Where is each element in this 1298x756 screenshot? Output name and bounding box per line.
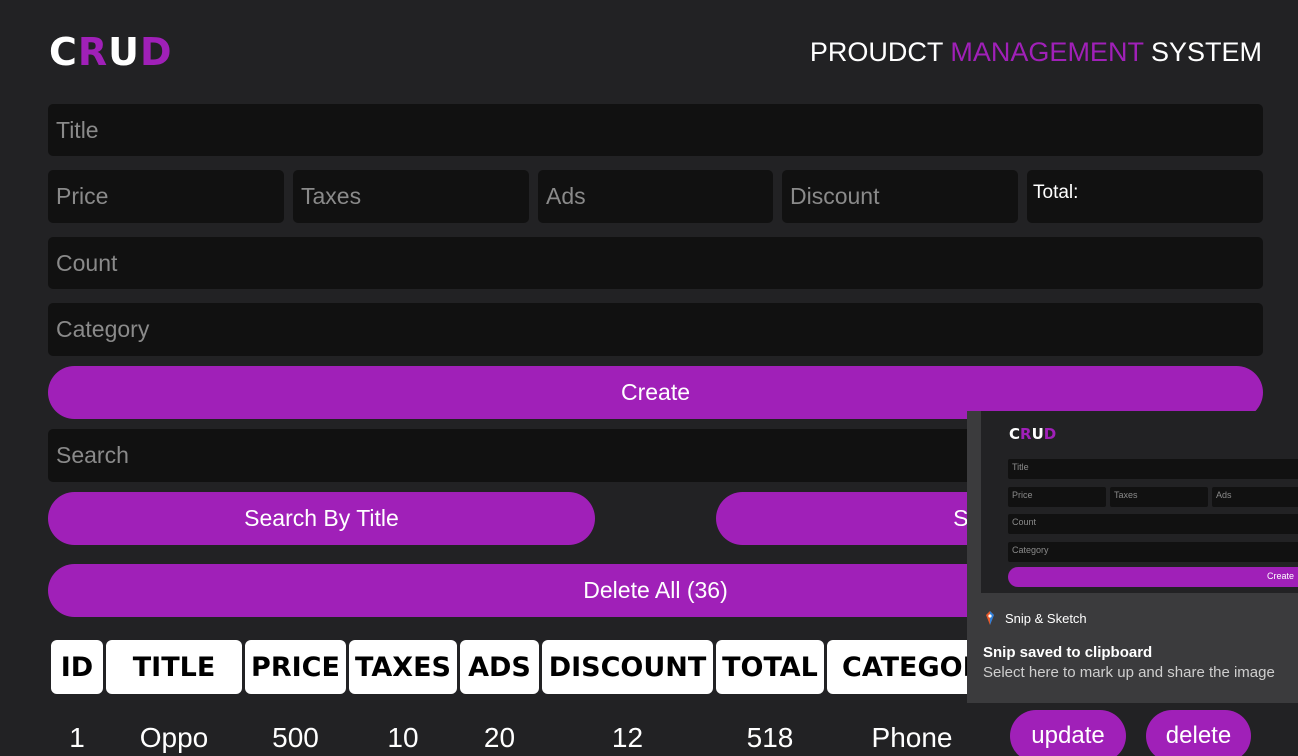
toast-body: Select here to mark up and share the ima…	[983, 664, 1275, 681]
cell-total: 518	[746, 722, 794, 753]
column-header-title: TITLE	[106, 640, 242, 694]
column-header-discount: DISCOUNT	[542, 640, 713, 694]
taxes-input[interactable]	[293, 170, 529, 223]
cell-discount: 12	[611, 722, 644, 753]
page-title-part1: PROUDCT	[809, 37, 943, 67]
logo-letter-d: D	[140, 30, 173, 74]
delete-all-label: Delete All (36)	[583, 577, 728, 603]
logo-letter-r: R	[77, 30, 109, 74]
update-button[interactable]: update	[1010, 710, 1126, 756]
toast-app-name: Snip & Sketch	[1005, 610, 1087, 626]
cell-taxes: 10	[387, 722, 419, 753]
title-input[interactable]	[48, 104, 1263, 156]
preview-logo-c: C	[1009, 425, 1021, 443]
preview-logo-u: U	[1031, 425, 1044, 443]
delete-button-label: delete	[1165, 722, 1232, 749]
page-title: PROUDCT MANAGEMENT SYSTEM	[810, 37, 1262, 68]
column-header-total: TOTAL	[716, 640, 824, 694]
toast-app-row: Snip & Sketch	[983, 610, 1087, 626]
cell-title: Oppo	[139, 722, 209, 753]
cell-price: 500	[272, 722, 319, 753]
page-title-part3: SYSTEM	[1150, 37, 1262, 67]
create-button-label: Create	[620, 379, 691, 405]
search-by-title-button[interactable]: Search By Title	[48, 492, 595, 545]
preview-logo: CRUD	[1009, 425, 1056, 443]
snip-preview-thumbnail[interactable]: CRUD Title Price Taxes Ads Count Categor…	[981, 411, 1298, 593]
preview-price-field: Price	[1008, 487, 1106, 507]
discount-input[interactable]	[782, 170, 1018, 223]
snip-sketch-icon	[986, 611, 994, 625]
cell-id: 1	[69, 722, 85, 753]
column-header-taxes: TAXES	[349, 640, 457, 694]
search-by-title-label: Search By Title	[244, 505, 399, 531]
preview-title-field: Title	[1008, 459, 1298, 479]
toast-heading: Snip saved to clipboard	[983, 644, 1153, 661]
preview-taxes-field: Taxes	[1110, 487, 1208, 507]
preview-count-field: Count	[1008, 514, 1298, 534]
logo-letter-c: C	[49, 30, 78, 74]
preview-logo-r: R	[1020, 425, 1032, 443]
column-header-id: ID	[51, 640, 103, 694]
update-button-label: update	[1031, 722, 1105, 749]
column-header-price: PRICE	[245, 640, 346, 694]
cell-category: Phone	[871, 722, 953, 753]
total-label: Total:	[1033, 182, 1079, 203]
logo: CRUD	[49, 30, 173, 74]
cell-ads: 20	[483, 722, 516, 753]
logo-letter-u: U	[108, 30, 141, 74]
preview-ads-field: Ads	[1212, 487, 1298, 507]
price-input[interactable]	[48, 170, 284, 223]
preview-category-field: Category	[1008, 542, 1298, 562]
count-input[interactable]	[48, 237, 1263, 289]
ads-input[interactable]	[538, 170, 773, 223]
total-display: Total:	[1027, 170, 1263, 223]
preview-create-button: Create	[1008, 567, 1298, 587]
delete-button[interactable]: delete	[1146, 710, 1251, 756]
page-title-part2: MANAGEMENT	[950, 37, 1144, 67]
snip-notification-toast[interactable]: CRUD Title Price Taxes Ads Count Categor…	[967, 411, 1298, 703]
column-header-ads: ADS	[460, 640, 539, 694]
preview-logo-d: D	[1043, 425, 1057, 443]
category-input[interactable]	[48, 303, 1263, 356]
